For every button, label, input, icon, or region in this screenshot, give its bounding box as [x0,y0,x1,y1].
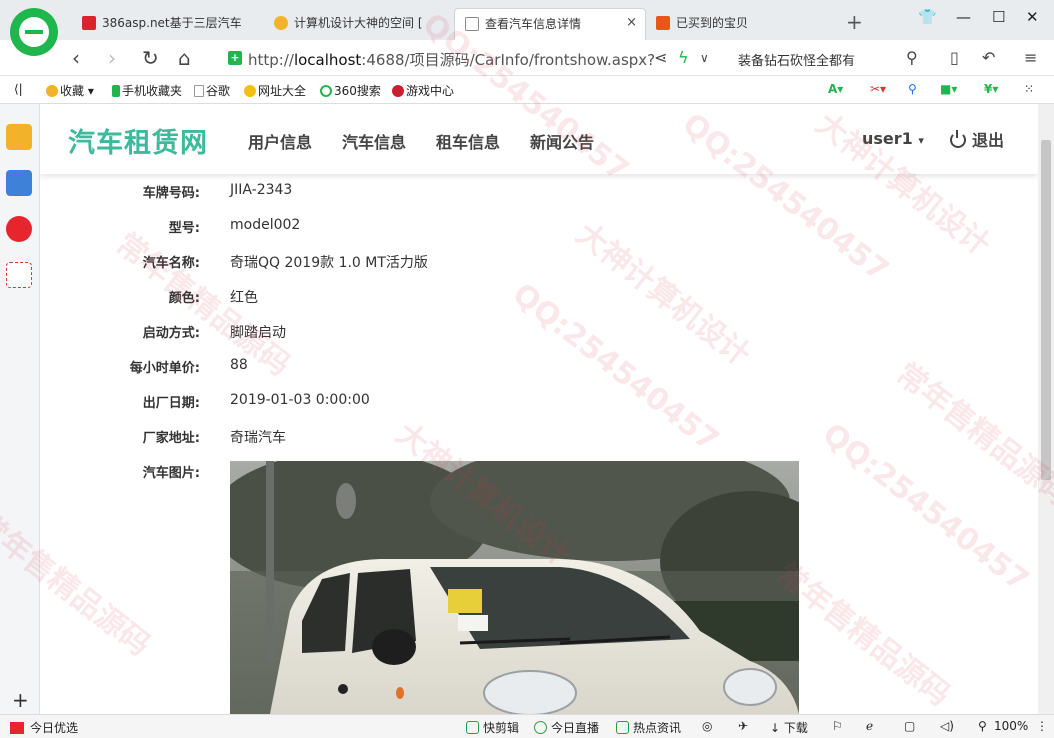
status-download[interactable]: ↓ 下载 [770,719,808,736]
bookmarks-bar: ⟨| 收藏 ▾ 手机收藏夹 谷歌 网址大全 360搜索 游戏中心 A▾ ✂▾ ⚲… [0,76,1054,104]
browser-tab-bar: 386asp.net基于三层汽车 计算机设计大神的空间 [ 查看汽车信息详情 ×… [0,0,1054,40]
taobao-icon [656,16,670,30]
url-input[interactable]: + http://localhost:4688/项目源码/CarInfo/fro… [220,45,720,71]
weibo-icon[interactable] [6,216,32,242]
favorites-icon[interactable] [6,124,32,150]
tab-label: 查看汽车信息详情 [485,17,582,31]
search-input[interactable]: 装备钻石砍怪全都有 [738,50,855,69]
browser-logo-icon [10,8,58,56]
gift-icon [10,722,24,734]
status-menu-icon[interactable]: ⋮ [1036,719,1048,733]
game-icon [392,85,404,97]
bookmark-google[interactable]: 谷歌 [194,82,230,99]
flag-icon [82,16,96,30]
translate-icon[interactable]: A▾ [828,82,843,96]
apps-icon[interactable]: ⁙ [1024,82,1034,96]
user-dropdown[interactable]: user1 ▾ [862,129,924,148]
page-icon [465,17,479,31]
status-flag-icon[interactable]: ⚐ [832,719,843,733]
new-tab-button[interactable]: + [846,10,863,34]
bookmark-360search[interactable]: 360搜索 [320,82,381,99]
status-quick-edit[interactable]: 快剪辑 [466,719,519,736]
status-ie-icon[interactable]: ℯ [866,719,873,733]
logout-button[interactable]: 退出 [950,127,1004,151]
gamepad-icon[interactable]: ■▾ [940,82,957,96]
url-text[interactable]: http://localhost:4688/项目源码/CarInfo/front… [248,49,655,70]
mail-icon[interactable] [6,262,32,288]
phone-icon[interactable]: ▯ [950,48,959,67]
bookmark-games[interactable]: 游戏中心 [392,82,454,99]
nav-car-info[interactable]: 汽车信息 [342,129,406,153]
window-close-icon[interactable]: ✕ [1026,8,1039,26]
status-news[interactable]: 热点资讯 [616,719,681,736]
close-icon[interactable]: × [626,15,637,30]
search-360-icon [320,85,332,97]
lightning-icon[interactable]: ϟ [678,48,689,67]
tab-label: 386asp.net基于三层汽车 [102,16,242,30]
power-icon [950,130,966,148]
share-icon[interactable]: ⋖ [654,48,667,67]
status-window-icon[interactable]: ▢ [904,719,915,733]
download-icon: ↓ [770,721,781,735]
bookmark-mobile[interactable]: 手机收藏夹 [112,82,182,99]
scissors-icon[interactable]: ✂▾ [870,82,886,96]
forward-icon[interactable]: › [108,46,116,70]
video-edit-icon [466,721,479,734]
car-photo [230,461,799,714]
caret-down-icon: ▾ [918,134,924,147]
menu-icon[interactable]: ≡ [1024,48,1037,67]
home-icon[interactable]: ⌂ [178,46,191,70]
browser-tab-4[interactable]: 已买到的宝贝 [646,8,832,40]
search-icon[interactable]: ⚲ [906,48,918,67]
add-icon[interactable]: + [12,688,29,712]
refresh-icon[interactable]: ↻ [142,46,159,70]
page-scrollbar[interactable] [1038,104,1054,714]
undo-icon[interactable]: ↶ [982,48,995,67]
status-zoom-icon[interactable]: ⚲ [978,719,987,733]
page-viewport: 汽车租赁网 用户信息 汽车信息 租车信息 新闻公告 user1 ▾ 退出 车牌号… [40,104,1038,714]
sidebar-toggle-icon[interactable]: ⟨| [14,82,23,96]
status-pin-icon[interactable]: ✈ [738,719,748,733]
browser-tab-2[interactable]: 计算机设计大神的空间 [ [264,8,454,40]
mobile-icon [112,85,120,97]
shirt-icon[interactable]: 👕 [918,8,937,26]
chevron-down-icon[interactable]: ∨ [700,51,709,65]
scrollbar-thumb[interactable] [1041,140,1051,480]
site-header: 汽车租赁网 用户信息 汽车信息 租车信息 新闻公告 user1 ▾ 退出 [40,104,1038,174]
browser-tab-1[interactable]: 386asp.net基于三层汽车 [72,8,264,40]
tab-label: 计算机设计大神的空间 [ [294,16,423,30]
play-icon [534,721,547,734]
status-live[interactable]: 今日直播 [534,719,599,736]
nav-rental-info[interactable]: 租车信息 [436,129,500,153]
bookmark-favorites[interactable]: 收藏 ▾ [46,82,94,99]
shield-icon: + [228,51,242,65]
tab-label: 已买到的宝贝 [676,16,749,30]
maximize-icon[interactable]: ☐ [992,8,1005,26]
page-icon [194,85,204,97]
status-speed-icon[interactable]: ◎ [702,719,712,733]
zoom-level[interactable]: 100% [994,719,1028,733]
news-icon [616,721,629,734]
hao-icon [244,85,256,97]
status-today-picks[interactable]: 今日优选 [10,719,78,736]
address-bar: ‹ › ↻ ⌂ + http://localhost:4688/项目源码/Car… [0,40,1054,76]
browser-sidebar: + [0,104,40,714]
nav-news[interactable]: 新闻公告 [530,129,594,153]
magnifier-icon[interactable]: ⚲ [908,82,917,96]
status-bar: 今日优选 快剪辑 今日直播 热点资讯 ◎ ✈ ↓ 下载 ⚐ ℯ ▢ ◁) ⚲ 1… [0,714,1054,738]
bookmark-hao[interactable]: 网址大全 [244,82,306,99]
minimize-icon[interactable]: — [956,8,971,26]
star-icon [274,16,288,30]
reader-icon[interactable] [6,170,32,196]
car-photo-illustration [230,461,799,714]
currency-icon[interactable]: ¥▾ [984,82,998,96]
back-icon[interactable]: ‹ [72,46,80,70]
browser-tab-active[interactable]: 查看汽车信息详情 × [454,8,646,40]
site-brand[interactable]: 汽车租赁网 [68,121,208,160]
status-sound-icon[interactable]: ◁) [940,719,954,733]
nav-user-info[interactable]: 用户信息 [248,129,312,153]
star-icon [46,85,58,97]
